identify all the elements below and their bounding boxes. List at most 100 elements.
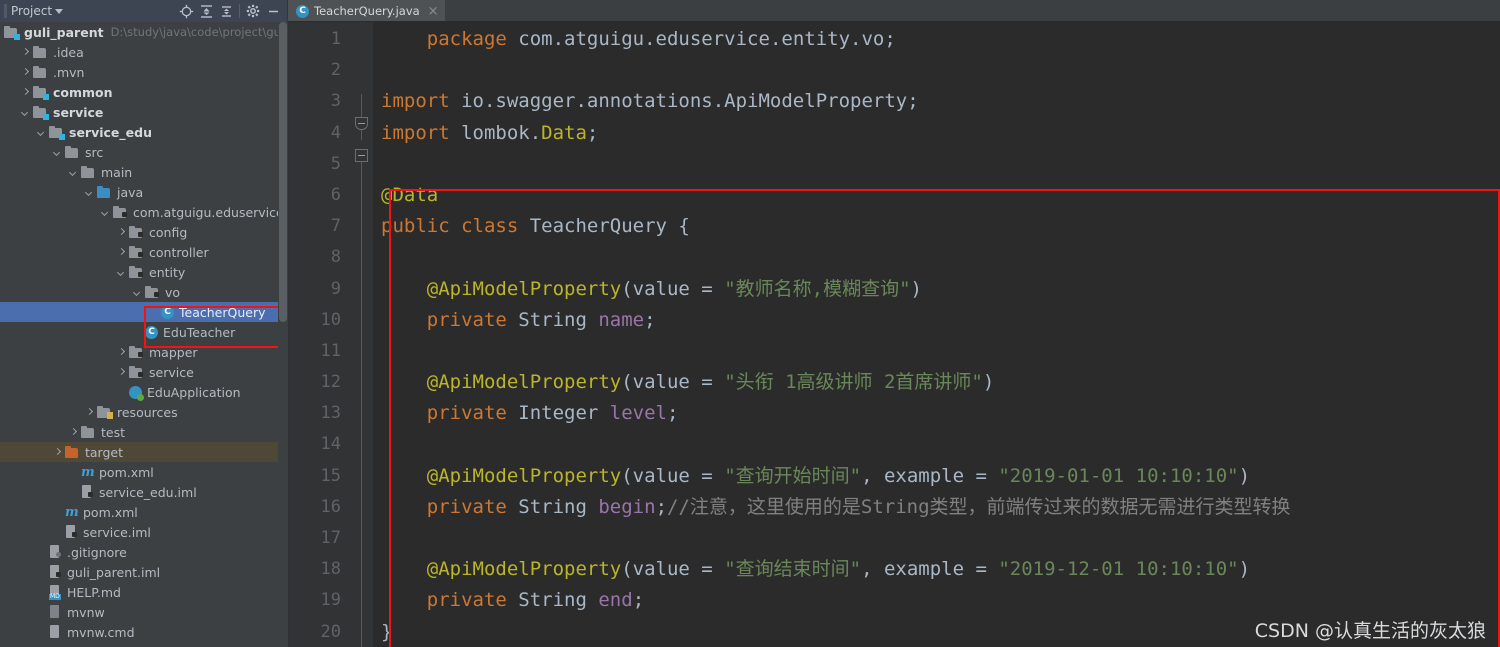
chevron-down-icon[interactable]	[36, 127, 47, 138]
code-line[interactable]	[373, 55, 1500, 86]
tree-item-eduteacher[interactable]: C EduTeacher	[0, 322, 288, 342]
panel-drag-handle[interactable]	[4, 4, 7, 18]
code-line[interactable]: private String end;	[373, 585, 1500, 616]
folder-module-icon	[4, 25, 20, 40]
tree-item-label: test	[101, 424, 126, 440]
code-line[interactable]	[373, 523, 1500, 554]
tree-item-help-md[interactable]: MD HELP.md	[0, 582, 288, 602]
chevron-right-icon[interactable]	[116, 247, 127, 258]
tree-item-entity[interactable]: entity	[0, 262, 288, 282]
tree-root-row[interactable]: guli_parent D:\study\java\code\project\g…	[0, 22, 288, 42]
fold-marker-import-lombok[interactable]	[355, 149, 368, 162]
chevron-down-icon[interactable]	[68, 167, 79, 178]
code-token-str: "2019-12-01 10:10:10"	[998, 558, 1239, 581]
maven-pom-icon: m	[81, 464, 95, 480]
tree-item-service-iml[interactable]: service.iml	[0, 522, 288, 542]
code-line[interactable]: @ApiModelProperty(value = "查询结束时间", exam…	[373, 554, 1500, 585]
tree-item-resources[interactable]: resources	[0, 402, 288, 422]
code-line[interactable]: @ApiModelProperty(value = "查询开始时间", exam…	[373, 461, 1500, 492]
chevron-right-icon[interactable]	[52, 447, 63, 458]
tree-item-java[interactable]: java	[0, 182, 288, 202]
code-line[interactable]	[373, 429, 1500, 460]
code-line[interactable]: private String name;	[373, 305, 1500, 336]
tree-item-src[interactable]: src	[0, 142, 288, 162]
tree-item-service[interactable]: service	[0, 102, 288, 122]
tree-item-service-edu-iml[interactable]: service_edu.iml	[0, 482, 288, 502]
code-line[interactable]: private Integer level;	[373, 398, 1500, 429]
tree-item-test[interactable]: test	[0, 422, 288, 442]
code-line[interactable]: @Data	[373, 180, 1500, 211]
project-tree[interactable]: guli_parent D:\study\java\code\project\g…	[0, 22, 289, 647]
tree-item-guli-parent-iml[interactable]: guli_parent.iml	[0, 562, 288, 582]
tree-item-mvnw[interactable]: mvnw	[0, 602, 288, 622]
project-panel-toolbar: Project	[0, 0, 288, 22]
chevron-down-icon[interactable]	[132, 287, 143, 298]
tree-item-pom-xml[interactable]: m pom.xml	[0, 462, 288, 482]
tree-item-label: EduApplication	[147, 384, 241, 400]
locate-icon[interactable]	[176, 2, 196, 20]
line-number: 5	[330, 153, 341, 174]
tree-scrollbar[interactable]	[278, 22, 288, 647]
code-line[interactable]: @ApiModelProperty(value = "教师名称,模糊查询")	[373, 274, 1500, 305]
code-line[interactable]: public class TeacherQuery {	[373, 211, 1500, 242]
minimize-icon[interactable]	[263, 2, 283, 20]
code-line[interactable]: @ApiModelProperty(value = "头衔 1高级讲师 2首席讲…	[373, 367, 1500, 398]
tree-item-target[interactable]: target	[0, 442, 288, 462]
settings-gear-icon[interactable]	[243, 2, 263, 20]
code-line[interactable]: import lombok.Data;	[373, 118, 1500, 149]
tree-item-mapper[interactable]: mapper	[0, 342, 288, 362]
tree-item-controller[interactable]: controller	[0, 242, 288, 262]
chevron-right-icon[interactable]	[20, 87, 31, 98]
code-line[interactable]: private String begin;//注意，这里使用的是String类型…	[373, 492, 1500, 523]
tree-item-config[interactable]: config	[0, 222, 288, 242]
code-line[interactable]	[373, 336, 1500, 367]
fold-marker-imports[interactable]	[355, 117, 368, 130]
tree-item--gitignore[interactable]: .gitignore	[0, 542, 288, 562]
chevron-right-icon[interactable]	[116, 367, 127, 378]
code-line[interactable]: import io.swagger.annotations.ApiModelPr…	[373, 86, 1500, 117]
tree-item--mvn[interactable]: .mvn	[0, 62, 288, 82]
code-token-kw: private	[426, 589, 507, 612]
code-folding-gutter[interactable]	[351, 22, 373, 647]
code-editor[interactable]: 1 2 3 4 5 6 7 8 9 10 11 12 13 14 15 16 17 18 19 20 package …	[289, 22, 1500, 647]
chevron-right-icon[interactable]	[20, 67, 31, 78]
tree-item-com-atguigu-eduservice[interactable]: com.atguigu.eduservice	[0, 202, 288, 222]
chevron-right-icon[interactable]	[20, 47, 31, 58]
chevron-down-icon[interactable]	[116, 267, 127, 278]
chevron-down-icon[interactable]	[84, 187, 95, 198]
tree-item-pom-xml[interactable]: m pom.xml	[0, 502, 288, 522]
tree-item--idea[interactable]: .idea	[0, 42, 288, 62]
tree-item-teacherquery[interactable]: C TeacherQuery	[0, 302, 288, 322]
tree-row-list: .idea .mvn common service service_edu src main…	[0, 42, 288, 642]
tree-item-vo[interactable]: vo	[0, 282, 288, 302]
tree-scrollbar-thumb[interactable]	[279, 22, 287, 322]
chevron-right-icon[interactable]	[68, 427, 79, 438]
expand-all-icon[interactable]	[196, 2, 216, 20]
code-line[interactable]	[373, 149, 1500, 180]
chevron-down-icon[interactable]	[100, 207, 111, 218]
tab-teacherquery-java[interactable]: C TeacherQuery.java ×	[288, 0, 445, 21]
tree-item-mvnw-cmd[interactable]: mvnw.cmd	[0, 622, 288, 642]
close-icon[interactable]: ×	[428, 5, 439, 18]
code-line[interactable]	[373, 242, 1500, 273]
code-line[interactable]: package com.atguigu.eduservice.entity.vo…	[373, 24, 1500, 55]
code-token-fld: begin	[598, 495, 656, 518]
tree-item-common[interactable]: common	[0, 82, 288, 102]
code-text-area[interactable]: package com.atguigu.eduservice.entity.vo…	[373, 22, 1500, 647]
chevron-right-icon[interactable]	[116, 227, 127, 238]
tree-item-main[interactable]: main	[0, 162, 288, 182]
tree-item-service[interactable]: service	[0, 362, 288, 382]
ide-body: guli_parent D:\study\java\code\project\g…	[0, 22, 1500, 647]
chevron-right-icon[interactable]	[116, 347, 127, 358]
collapse-all-icon[interactable]	[216, 2, 236, 20]
chevron-down-icon[interactable]	[20, 107, 31, 118]
tree-item-eduapplication[interactable]: EduApplication	[0, 382, 288, 402]
tree-item-service-edu[interactable]: service_edu	[0, 122, 288, 142]
chevron-down-icon[interactable]	[55, 8, 64, 14]
chevron-right-icon[interactable]	[84, 407, 95, 418]
folder-source-root-icon	[97, 185, 112, 199]
chevron-down-icon[interactable]	[52, 147, 63, 158]
